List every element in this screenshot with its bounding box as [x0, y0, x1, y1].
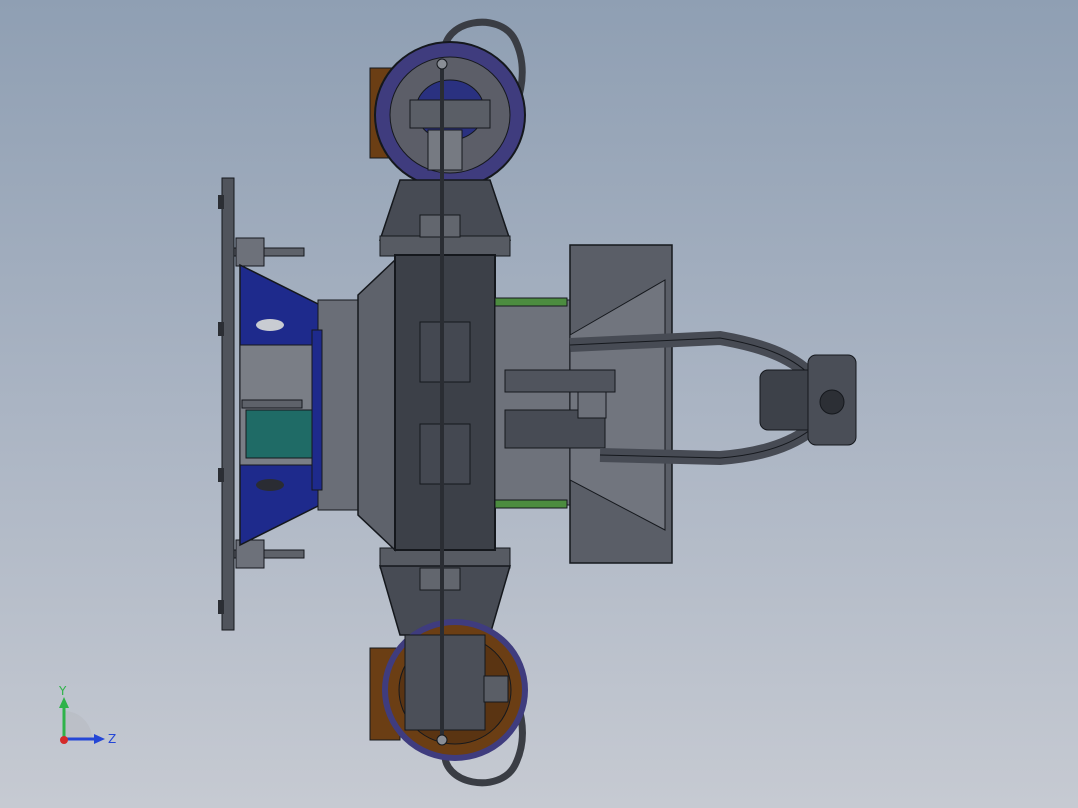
flange-blue-band [311, 329, 323, 491]
plate-bolt-4 [218, 600, 224, 614]
base-mounting-plate[interactable] [221, 177, 235, 631]
spindle-upper [504, 369, 616, 393]
middle-pin [241, 399, 303, 409]
x-axis-dot [60, 736, 68, 744]
z-axis-arrowhead [94, 734, 105, 744]
y-axis-arrowhead [59, 697, 69, 708]
drum-trim-top [494, 297, 568, 307]
plate-bolt-1 [218, 195, 224, 209]
central-housing[interactable] [394, 254, 496, 551]
central-panel-bottom [419, 423, 471, 485]
rod-end-top [436, 58, 448, 70]
drum-trim-bottom [494, 499, 568, 509]
bottom-disc-motor [483, 675, 509, 703]
graphics-viewport[interactable]: Y Z [0, 0, 1078, 808]
flange-ring [317, 299, 359, 511]
z-axis-label: Z [108, 732, 116, 746]
rod-end-bottom [436, 734, 448, 746]
drum[interactable] [494, 299, 571, 506]
spindle-motor [577, 391, 607, 419]
top-arm-flange [379, 235, 511, 257]
housing-hole-top [256, 319, 284, 331]
housing-hole-bottom [256, 479, 284, 491]
bottom-disc-clamp [404, 634, 486, 731]
upper-pin-block [235, 237, 265, 267]
triad-plane [64, 711, 92, 739]
teal-motor [245, 409, 313, 459]
top-disc-post [427, 129, 463, 171]
central-panel-top [419, 321, 471, 383]
robot-flange [819, 389, 845, 415]
y-axis-label: Y [58, 684, 67, 698]
assembly-model[interactable] [0, 0, 1078, 808]
top-disc-clamp [409, 99, 491, 129]
cone-adapter[interactable] [357, 258, 396, 552]
plate-bolt-3 [218, 468, 224, 482]
coordinate-triad[interactable]: Y Z [50, 684, 120, 754]
plate-bolt-2 [218, 322, 224, 336]
